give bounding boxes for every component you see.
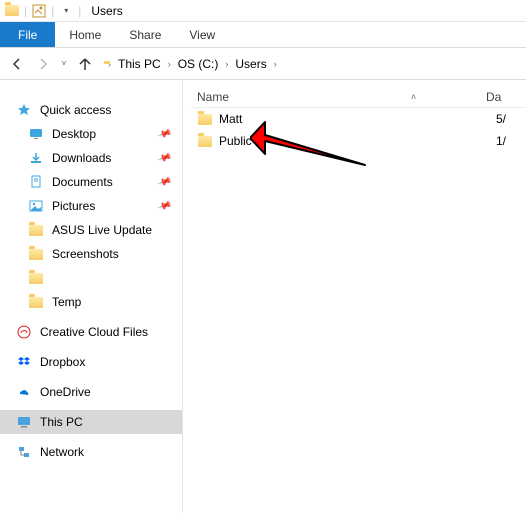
column-header-date[interactable]: Da <box>486 90 526 104</box>
chevron-right-icon[interactable]: › <box>225 59 228 69</box>
forward-button[interactable] <box>32 53 54 75</box>
onedrive-icon <box>16 384 32 400</box>
star-icon <box>16 102 32 118</box>
sidebar-item-label: Temp <box>52 295 81 309</box>
list-item[interactable]: Public 1/ <box>191 130 526 152</box>
file-name: Public <box>219 134 252 148</box>
tab-view[interactable]: View <box>175 22 229 47</box>
sidebar-item-label: Downloads <box>52 151 111 165</box>
sidebar-item-downloads[interactable]: Downloads 📌 <box>0 146 182 170</box>
chevron-right-icon[interactable]: › <box>168 59 171 69</box>
breadcrumb-segment[interactable]: OS (C:) <box>175 57 222 71</box>
pictures-icon <box>28 198 44 214</box>
pin-icon: 📌 <box>156 150 172 165</box>
properties-icon[interactable] <box>31 3 47 19</box>
sidebar-root-label: Creative Cloud Files <box>40 325 148 339</box>
separator: | <box>24 4 27 18</box>
sidebar-item-folder[interactable]: ASUS Live Update <box>0 218 182 242</box>
tab-share[interactable]: Share <box>115 22 175 47</box>
content-pane: Name ˄ Da Matt 5/ Public 1/ <box>183 80 526 513</box>
creative-cloud-icon <box>16 324 32 340</box>
folder-icon <box>197 133 213 149</box>
file-date: 1/ <box>496 134 526 148</box>
this-pc-icon <box>16 414 32 430</box>
folder-icon <box>197 111 213 127</box>
up-button[interactable] <box>74 53 96 75</box>
sidebar-root-creative-cloud[interactable]: Creative Cloud Files <box>0 320 182 344</box>
tab-home[interactable]: Home <box>55 22 115 47</box>
sidebar-root-label: Dropbox <box>40 355 85 369</box>
sidebar-item-label: ASUS Live Update <box>52 223 152 237</box>
folder-icon <box>28 222 44 238</box>
address-bar[interactable]: › This PC › OS (C:) › Users › <box>100 53 520 75</box>
pin-icon: 📌 <box>156 174 172 189</box>
title-bar: | | ▾ | Users <box>0 0 526 22</box>
sidebar-root-onedrive[interactable]: OneDrive <box>0 380 182 404</box>
navigation-bar: ˅ › This PC › OS (C:) › Users › <box>0 48 526 80</box>
documents-icon <box>28 174 44 190</box>
sidebar-item-folder[interactable]: Screenshots <box>0 242 182 266</box>
sidebar-item-label: Pictures <box>52 199 95 213</box>
sidebar-root-label: This PC <box>40 415 83 429</box>
file-tab[interactable]: File <box>0 22 55 47</box>
sidebar-item-folder[interactable] <box>0 266 182 290</box>
window-title: Users <box>91 4 122 18</box>
sidebar-item-label: Documents <box>52 175 113 189</box>
recent-dropdown[interactable]: ˅ <box>58 53 70 75</box>
folder-icon <box>4 3 20 19</box>
back-button[interactable] <box>6 53 28 75</box>
breadcrumb-segment[interactable]: This PC <box>115 57 164 71</box>
body: Quick access Desktop 📌 Downloads 📌 Docum… <box>0 80 526 513</box>
sidebar-root-this-pc[interactable]: This PC <box>0 410 182 434</box>
sidebar-item-pictures[interactable]: Pictures 📌 <box>0 194 182 218</box>
downloads-icon <box>28 150 44 166</box>
quick-access-label: Quick access <box>40 103 111 117</box>
ribbon: File Home Share View <box>0 22 526 48</box>
sidebar-root-dropbox[interactable]: Dropbox <box>0 350 182 374</box>
dropbox-icon <box>16 354 32 370</box>
list-item[interactable]: Matt 5/ <box>191 108 526 130</box>
sidebar-item-documents[interactable]: Documents 📌 <box>0 170 182 194</box>
sort-indicator-icon: ˄ <box>341 92 486 102</box>
dropdown-icon[interactable]: ▾ <box>58 3 74 19</box>
navigation-pane: Quick access Desktop 📌 Downloads 📌 Docum… <box>0 80 183 513</box>
folder-icon <box>28 294 44 310</box>
folder-icon <box>28 246 44 262</box>
folder-icon <box>28 270 44 286</box>
column-header-name[interactable]: Name <box>191 90 341 104</box>
file-date: 5/ <box>496 112 526 126</box>
column-header-row: Name ˄ Da <box>191 86 526 108</box>
pin-icon: 📌 <box>156 198 172 213</box>
chevron-right-icon[interactable]: › <box>274 59 277 69</box>
sidebar-item-desktop[interactable]: Desktop 📌 <box>0 122 182 146</box>
sidebar-item-label: Desktop <box>52 127 96 141</box>
sidebar-root-network[interactable]: Network <box>0 440 182 464</box>
desktop-icon <box>28 126 44 142</box>
quick-access[interactable]: Quick access <box>0 98 182 122</box>
breadcrumb-segment[interactable]: Users <box>232 57 269 71</box>
separator: | <box>78 4 81 18</box>
separator: | <box>51 4 54 18</box>
sidebar-item-label: Screenshots <box>52 247 119 261</box>
pin-icon: 📌 <box>156 126 172 141</box>
sidebar-root-label: OneDrive <box>40 385 91 399</box>
network-icon <box>16 444 32 460</box>
file-name: Matt <box>219 112 242 126</box>
sidebar-root-label: Network <box>40 445 84 459</box>
sidebar-item-folder[interactable]: Temp <box>0 290 182 314</box>
